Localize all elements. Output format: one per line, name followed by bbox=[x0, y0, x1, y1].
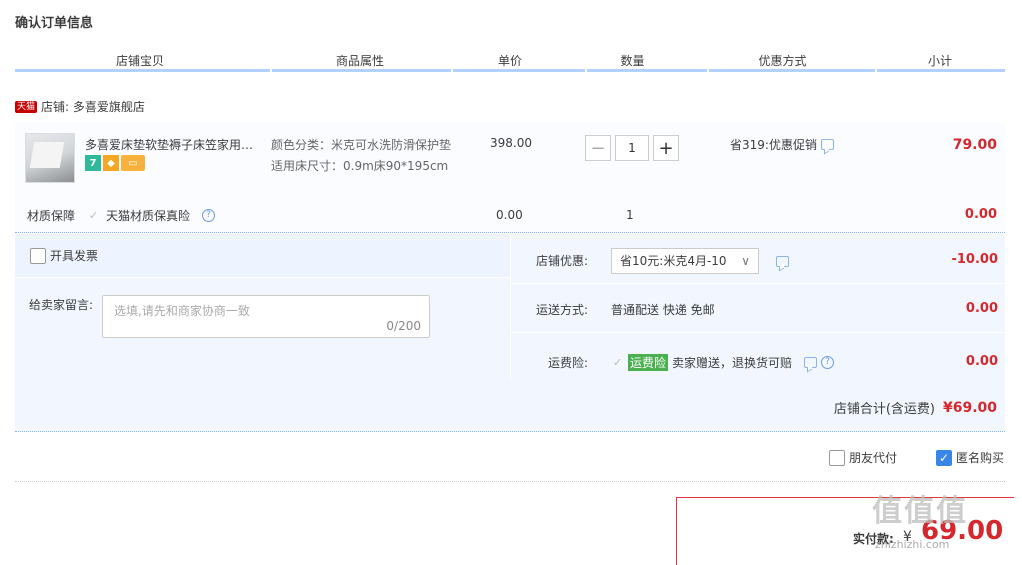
header-subtotal: 小计 bbox=[927, 54, 952, 68]
qty-increase-button[interactable]: + bbox=[653, 135, 679, 161]
freight-insurance-value: ✓ 运费险 卖家赠送，退换货可赔 ? bbox=[611, 354, 835, 371]
invoice-label: 开具发票 bbox=[50, 249, 99, 263]
unit-price: 398.00 bbox=[490, 136, 532, 150]
table-header: 店铺宝贝 商品属性 单价 数量 优惠方式 小计 bbox=[15, 50, 1005, 72]
header-divider bbox=[585, 68, 587, 72]
watermark-url: zhizhizhi.com bbox=[875, 538, 950, 551]
shop-name-link[interactable]: 店铺: 多喜爱旗舰店 bbox=[41, 98, 145, 115]
page-title: 确认订单信息 bbox=[15, 16, 94, 31]
item-subtotal: 79.00 bbox=[952, 137, 997, 153]
guarantee-shield-icon[interactable]: ◆ bbox=[103, 155, 119, 171]
insurance-name: 天猫材质保真险 bbox=[106, 209, 191, 223]
order-options: 开具发票 给卖家留言: 选填,请先和商家协商一致 0/200 店铺优惠: 省10… bbox=[15, 234, 1006, 432]
insurance-checkbox[interactable]: ✓ bbox=[87, 209, 100, 222]
freight-insurance-row: 运费险: ✓ 运费险 卖家赠送，退换货可赔 ? 0.00 bbox=[511, 338, 1006, 386]
header-discount: 优惠方式 bbox=[758, 54, 807, 68]
insurance-price: 0.00 bbox=[496, 208, 523, 222]
memo-textarea[interactable]: 选填,请先和商家协商一致 0/200 bbox=[102, 295, 430, 338]
insurance-label: 材质保障 bbox=[27, 209, 76, 223]
shop-total-label: 店铺合计(含运费) bbox=[833, 402, 935, 417]
memo-label: 给卖家留言: bbox=[29, 298, 94, 312]
promo-chat-icon[interactable] bbox=[820, 139, 834, 150]
anonymous-toggle[interactable]: ✓ 匿名购买 bbox=[936, 449, 1004, 466]
shop-discount-select[interactable]: 省10元:米克4月-10 ∨ bbox=[611, 248, 759, 274]
order-item: 多喜爱床垫软垫褥子床笠家用保护垫 7 ◆ ▭ 颜色分类：米克可水洗防滑保护垫 适… bbox=[15, 123, 1005, 233]
freight-insurance-checkbox[interactable]: ✓ bbox=[611, 356, 624, 369]
header-divider bbox=[707, 68, 709, 72]
product-title-link[interactable]: 多喜爱床垫软垫褥子床笠家用保护垫 bbox=[85, 136, 265, 153]
header-divider bbox=[451, 68, 453, 72]
anonymous-checkbox[interactable]: ✓ bbox=[936, 449, 952, 466]
seven-day-return-icon[interactable]: 7 bbox=[85, 155, 101, 171]
quantity-stepper: − 1 + bbox=[585, 135, 679, 161]
memo-counter: 0/200 bbox=[386, 319, 421, 333]
header-shop-item: 店铺宝贝 bbox=[115, 54, 164, 68]
qty-decrease-button[interactable]: − bbox=[585, 135, 611, 161]
insurance-row: 材质保障 ✓ 天猫材质保真险 ? bbox=[27, 207, 216, 224]
shop-discount-amount: -10.00 bbox=[951, 252, 998, 267]
attr-color: 颜色分类：米克可水洗防滑保护垫 bbox=[271, 138, 452, 152]
freight-insurance-desc: 卖家赠送，退换货可赔 bbox=[672, 356, 793, 370]
qty-input[interactable]: 1 bbox=[615, 135, 649, 161]
shipping-amount: 0.00 bbox=[965, 301, 998, 316]
freight-chat-icon[interactable] bbox=[804, 357, 818, 368]
service-tags: 7 ◆ ▭ bbox=[85, 155, 145, 171]
promo-info: 省319:优惠促销 bbox=[730, 136, 834, 153]
watermark: 值值值 bbox=[872, 494, 968, 529]
shipping-label: 运送方式: bbox=[536, 303, 589, 317]
friend-pay-toggle[interactable]: 朋友代付 bbox=[829, 449, 897, 466]
header-divider bbox=[270, 68, 272, 72]
insurance-subtotal: 0.00 bbox=[964, 207, 997, 222]
header-divider bbox=[875, 68, 877, 72]
attr-size: 适用床尺寸：0.9m床90*195cm bbox=[271, 159, 449, 173]
shipping-row: 运送方式: 普通配送 快递 免邮 0.00 bbox=[511, 285, 1006, 333]
extra-options: 朋友代付 ✓ 匿名购买 bbox=[15, 447, 1005, 482]
shipping-value: 普通配送 快递 免邮 bbox=[611, 303, 715, 317]
friend-pay-label: 朋友代付 bbox=[849, 451, 898, 465]
shop-discount-row: 店铺优惠: 省10元:米克4月-10 ∨ -10.00 bbox=[511, 236, 1006, 284]
help-icon[interactable]: ? bbox=[202, 209, 216, 222]
shop-total-amount: ¥69.00 bbox=[942, 399, 997, 416]
header-quantity: 数量 bbox=[620, 54, 645, 68]
invoice-row: 开具发票 bbox=[15, 234, 510, 278]
shop-discount-label: 店铺优惠: bbox=[536, 254, 589, 268]
anonymous-label: 匿名购买 bbox=[956, 451, 1005, 465]
promo-text: 省319:优惠促销 bbox=[730, 138, 817, 152]
tmall-badge-icon: 天猫 bbox=[15, 100, 38, 113]
credit-card-icon[interactable]: ▭ bbox=[121, 155, 145, 171]
shop-row: 天猫 店铺: 多喜爱旗舰店 bbox=[15, 98, 145, 115]
friend-pay-checkbox[interactable] bbox=[829, 449, 845, 466]
freight-insurance-label: 运费险: bbox=[548, 356, 589, 370]
freight-insurance-amount: 0.00 bbox=[965, 354, 998, 369]
chevron-down-icon: ∨ bbox=[741, 254, 750, 268]
header-unit-price: 单价 bbox=[497, 54, 522, 68]
right-options: 店铺优惠: 省10元:米克4月-10 ∨ -10.00 运送方式: 普通配送 快… bbox=[510, 234, 1006, 380]
shop-discount-selected: 省10元:米克4月-10 bbox=[620, 254, 727, 268]
header-attributes: 商品属性 bbox=[335, 54, 384, 68]
product-thumbnail[interactable] bbox=[25, 133, 75, 183]
memo-placeholder: 选填,请先和商家协商一致 bbox=[114, 304, 250, 318]
insurance-qty: 1 bbox=[626, 208, 634, 222]
freight-insurance-tag: 运费险 bbox=[628, 354, 669, 371]
invoice-toggle[interactable]: 开具发票 bbox=[30, 247, 98, 264]
discount-chat-icon[interactable] bbox=[776, 256, 789, 267]
invoice-checkbox[interactable] bbox=[30, 247, 46, 264]
shop-total: 店铺合计(含运费) ¥69.00 bbox=[833, 398, 997, 418]
help-icon[interactable]: ? bbox=[821, 356, 835, 369]
left-options: 开具发票 给卖家留言: 选填,请先和商家协商一致 0/200 bbox=[15, 234, 510, 380]
